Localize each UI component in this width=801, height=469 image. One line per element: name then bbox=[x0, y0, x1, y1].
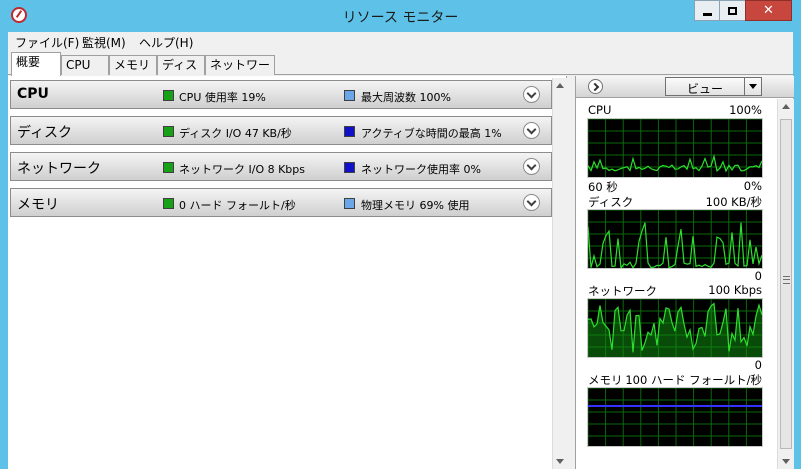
usage-legend-swatch bbox=[163, 90, 174, 101]
graph-title-cpu: CPU bbox=[588, 103, 612, 117]
section-network[interactable]: ネットワーク ネットワーク I/O 8 Kbps ネットワーク使用率 0% bbox=[10, 152, 552, 181]
graph-min-cpu: 0% bbox=[743, 179, 762, 193]
dropdown-arrow-icon[interactable] bbox=[744, 78, 761, 95]
section-cpu[interactable]: CPU CPU 使用率 19% 最大周波数 100% bbox=[10, 80, 552, 109]
tab-memory[interactable]: メモリ bbox=[109, 55, 157, 75]
active-time-text: アクティブな時間の最高 1% bbox=[361, 127, 502, 140]
tab-cpu[interactable]: CPU bbox=[61, 55, 109, 75]
graph-min-disk: 0 bbox=[754, 269, 762, 283]
expand-chevron-icon[interactable] bbox=[523, 158, 540, 175]
hard-faults-text: 0 ハード フォールト/秒 bbox=[179, 199, 296, 212]
scroll-down-icon[interactable] bbox=[556, 459, 564, 464]
view-label: ビュー bbox=[686, 82, 723, 96]
graph-max-cpu: 100% bbox=[729, 103, 762, 117]
expand-chevron-icon[interactable] bbox=[523, 86, 540, 103]
title-bar: リソース モニター ✕ bbox=[0, 0, 801, 32]
section-memory[interactable]: メモリ 0 ハード フォールト/秒 物理メモリ 69% 使用 bbox=[10, 188, 552, 217]
usage-legend-swatch bbox=[163, 126, 174, 137]
graph-svg bbox=[588, 388, 762, 446]
expand-pane-icon[interactable] bbox=[588, 79, 603, 94]
cpu-graph bbox=[587, 118, 763, 178]
window-body: ファイル(F) 監視(M) ヘルプ(H) 概要 CPU メモリ ディスク ネット… bbox=[8, 32, 794, 469]
graph-pane: ビュー CPU 100% 60 秒 0% ディスク 100 KB/秒 0 ネット… bbox=[575, 76, 794, 469]
window-title: リソース モニター bbox=[342, 10, 459, 26]
graph-title-memory: メモリ bbox=[588, 373, 623, 387]
disk-graph bbox=[587, 209, 763, 269]
tab-strip: 概要 CPU メモリ ディスク ネットワーク bbox=[8, 52, 793, 90]
graph-timespan-cpu: 60 秒 bbox=[588, 180, 618, 194]
frequency-legend-swatch bbox=[344, 90, 355, 101]
scroll-up-icon[interactable] bbox=[782, 104, 790, 109]
tab-overview[interactable]: 概要 bbox=[11, 52, 61, 76]
close-icon: ✕ bbox=[763, 3, 774, 18]
overview-pane: CPU CPU 使用率 19% 最大周波数 100% ディスク ディスク I/O… bbox=[8, 76, 567, 469]
graph-pane-header: ビュー bbox=[576, 76, 794, 98]
scroll-up-icon[interactable] bbox=[556, 83, 564, 88]
expand-chevron-icon[interactable] bbox=[523, 122, 540, 139]
disk-io-text: ディスク I/O 47 KB/秒 bbox=[179, 127, 292, 140]
graph-max-network: 100 Kbps bbox=[708, 283, 762, 297]
right-scrollbar[interactable] bbox=[777, 99, 794, 469]
graph-svg bbox=[588, 299, 762, 357]
physical-memory-text: 物理メモリ 69% 使用 bbox=[361, 199, 470, 212]
menu-help[interactable]: ヘルプ(H) bbox=[139, 34, 193, 51]
tab-disk[interactable]: ディスク bbox=[157, 55, 205, 90]
section-title: ディスク bbox=[17, 125, 73, 141]
expand-chevron-icon[interactable] bbox=[523, 194, 540, 211]
maximize-button[interactable] bbox=[719, 0, 746, 21]
section-title: メモリ bbox=[17, 197, 59, 213]
network-usage-text: ネットワーク使用率 0% bbox=[361, 163, 481, 176]
graph-max-memory: 100 ハード フォールト/秒 bbox=[625, 373, 762, 387]
graph-max-disk: 100 KB/秒 bbox=[705, 195, 762, 209]
graph-title-network: ネットワーク bbox=[588, 284, 657, 298]
cpu-usage-text: CPU 使用率 19% bbox=[179, 91, 266, 104]
graph-min-network: 0 bbox=[754, 358, 762, 372]
memory-graph bbox=[587, 387, 763, 447]
menu-file[interactable]: ファイル(F) bbox=[15, 34, 79, 51]
section-title: CPU bbox=[17, 86, 49, 102]
network-usage-legend-swatch bbox=[344, 162, 355, 173]
left-scrollbar[interactable] bbox=[552, 78, 567, 469]
maximize-icon bbox=[728, 7, 737, 15]
section-title: ネットワーク bbox=[17, 161, 101, 177]
grip-icon bbox=[783, 276, 790, 284]
scroll-thumb[interactable] bbox=[780, 119, 792, 449]
usage-legend-swatch bbox=[163, 198, 174, 209]
tab-network[interactable]: ネットワーク bbox=[205, 55, 275, 90]
minimize-icon bbox=[702, 13, 712, 16]
view-dropdown[interactable]: ビュー bbox=[665, 77, 762, 96]
graph-title-disk: ディスク bbox=[588, 195, 634, 209]
graph-svg bbox=[588, 119, 762, 177]
active-time-legend-swatch bbox=[344, 126, 355, 137]
activity-trace bbox=[588, 154, 762, 173]
max-frequency-text: 最大周波数 100% bbox=[361, 91, 451, 104]
physical-memory-legend-swatch bbox=[344, 198, 355, 209]
activity-trace bbox=[588, 222, 762, 268]
menu-bar: ファイル(F) 監視(M) ヘルプ(H) bbox=[8, 32, 793, 52]
close-button[interactable]: ✕ bbox=[745, 0, 792, 21]
scroll-down-icon[interactable] bbox=[782, 459, 790, 464]
minimize-button[interactable] bbox=[694, 0, 720, 21]
graph-svg bbox=[588, 210, 762, 268]
menu-monitor[interactable]: 監視(M) bbox=[82, 34, 126, 51]
network-graph bbox=[587, 298, 763, 358]
usage-legend-swatch bbox=[163, 162, 174, 173]
section-disk[interactable]: ディスク ディスク I/O 47 KB/秒 アクティブな時間の最高 1% bbox=[10, 116, 552, 145]
network-io-text: ネットワーク I/O 8 Kbps bbox=[179, 163, 306, 176]
